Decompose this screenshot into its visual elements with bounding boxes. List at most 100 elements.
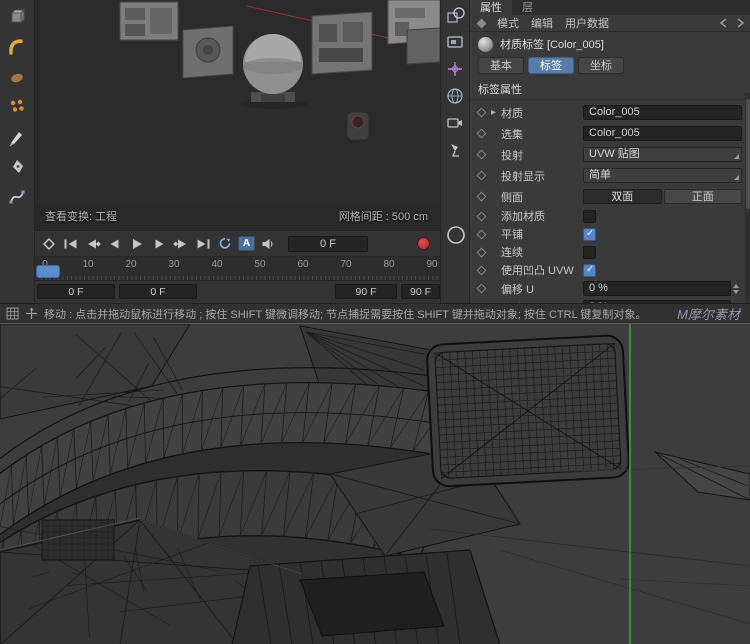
clay-tool-icon[interactable] bbox=[3, 63, 32, 90]
range-start-field2[interactable]: 0 F bbox=[119, 284, 197, 299]
keyframe-diamond-button[interactable] bbox=[39, 235, 59, 253]
tab-tag[interactable]: 标签 bbox=[528, 57, 574, 74]
next-frame-button[interactable] bbox=[149, 235, 169, 253]
ruler-tick-label: 40 bbox=[211, 259, 223, 270]
offset-u-spinner[interactable] bbox=[733, 281, 742, 296]
axis-tool-icon[interactable] bbox=[442, 57, 468, 81]
ruler-tick-label: 90 bbox=[426, 259, 438, 270]
projection-display-dropdown[interactable]: 简单 bbox=[583, 168, 742, 183]
range-end-field[interactable]: 90 F bbox=[335, 284, 397, 299]
autokey-record-button[interactable] bbox=[417, 237, 430, 250]
keyframe-diamond-icon[interactable] bbox=[476, 229, 487, 239]
primitives-icon[interactable] bbox=[442, 3, 468, 27]
a-toggle-button[interactable]: A bbox=[238, 236, 255, 251]
goto-start-button[interactable] bbox=[61, 235, 81, 253]
view-transform-label: 查看变换: 工程 bbox=[45, 211, 118, 223]
ruler-tick-label: 30 bbox=[168, 259, 180, 270]
keyframe-diamond-icon[interactable] bbox=[476, 149, 487, 160]
range-start-field[interactable]: 0 F bbox=[37, 284, 115, 299]
keyframe-diamond-icon[interactable] bbox=[476, 128, 487, 139]
history-forward-icon[interactable] bbox=[734, 17, 746, 29]
attr-row-projection: 投射 UVW 贴图 bbox=[470, 144, 750, 165]
expand-arrow-icon[interactable]: ▸ bbox=[491, 107, 501, 118]
menu-mode[interactable]: 模式 bbox=[497, 15, 519, 31]
tab-coordinates[interactable]: 坐标 bbox=[578, 57, 624, 74]
keyframe-diamond-icon[interactable] bbox=[476, 107, 487, 118]
status-help-text: 移动 : 点击并拖动鼠标进行移动 ; 按住 SHIFT 键微调移动; 节点捕捉需… bbox=[44, 308, 647, 321]
move-axis-icon[interactable] bbox=[25, 307, 38, 320]
attr-row-projection-display: 投射显示 简单 bbox=[470, 165, 750, 186]
next-key-button[interactable] bbox=[171, 235, 191, 253]
section-title: 标签属性 bbox=[470, 77, 750, 100]
selection-field[interactable]: Color_005 bbox=[583, 126, 742, 141]
keyframe-diamond-icon[interactable] bbox=[476, 170, 487, 181]
keyframe-diamond-icon[interactable] bbox=[476, 247, 487, 257]
offset-u-field[interactable]: 0 % bbox=[583, 281, 731, 296]
keyframe-diamond-icon[interactable] bbox=[476, 191, 487, 202]
keyframe-diamond-icon[interactable] bbox=[476, 265, 487, 275]
side-front-button[interactable]: 正面 bbox=[663, 189, 742, 204]
world-grid-icon[interactable] bbox=[442, 84, 468, 108]
grid-snap-icon[interactable] bbox=[6, 307, 19, 320]
brush-tool-icon[interactable] bbox=[3, 123, 32, 150]
prev-frame-button[interactable] bbox=[105, 235, 125, 253]
menu-edit[interactable]: 编辑 bbox=[531, 15, 553, 31]
tile-checkbox[interactable] bbox=[583, 227, 596, 241]
side-both-button[interactable]: 双面 bbox=[583, 189, 662, 204]
cinema4d-app: 查看变换: 工程 网格间距 : 500 cm 属性 层 模式 编辑 用户数据 材… bbox=[0, 0, 750, 644]
viewport-scene bbox=[35, 0, 440, 230]
playhead-marker[interactable] bbox=[36, 265, 60, 278]
attr-row-add-material: 添加材质 bbox=[470, 207, 750, 225]
menu-userdata[interactable]: 用户数据 bbox=[565, 15, 609, 31]
material-name-field[interactable]: Color_005 bbox=[583, 105, 742, 120]
use-bump-uvw-checkbox[interactable] bbox=[583, 263, 596, 277]
pen-tool-icon[interactable] bbox=[3, 153, 32, 180]
range-end-field2[interactable]: 90 F bbox=[401, 284, 440, 299]
play-button[interactable] bbox=[127, 235, 147, 253]
tab-attributes[interactable]: 属性 bbox=[470, 0, 512, 15]
history-back-icon[interactable] bbox=[718, 17, 730, 29]
timeline: A 0 F 0 10 20 30 40 50 60 70 80 90 0 F 0… bbox=[35, 230, 440, 303]
add-material-checkbox[interactable] bbox=[583, 209, 596, 223]
ruler-tick-label: 50 bbox=[254, 259, 266, 270]
attr-row-side: 侧面 双面 正面 bbox=[470, 186, 750, 207]
projection-dropdown[interactable]: UVW 贴图 bbox=[583, 147, 742, 162]
transport-bar: A 0 F bbox=[35, 231, 440, 257]
ruler-tick-label: 60 bbox=[297, 259, 309, 270]
audio-toggle-button[interactable] bbox=[258, 235, 278, 253]
spline-tool-icon[interactable] bbox=[3, 183, 32, 210]
wireframe-viewport[interactable] bbox=[0, 323, 750, 644]
frame-tick-marks bbox=[41, 276, 440, 280]
camera-icon[interactable] bbox=[442, 111, 468, 135]
prev-key-button[interactable] bbox=[83, 235, 103, 253]
ruler-tick-label: 20 bbox=[125, 259, 137, 270]
panel-scrollbar[interactable] bbox=[745, 93, 750, 303]
timeline-ruler[interactable]: 0 10 20 30 40 50 60 70 80 90 bbox=[35, 257, 440, 281]
loop-playback-button[interactable] bbox=[215, 235, 235, 253]
light-icon[interactable] bbox=[442, 138, 468, 162]
bend-deformer-icon[interactable] bbox=[3, 33, 32, 60]
keyframe-diamond-icon[interactable] bbox=[476, 283, 487, 294]
tab-layers[interactable]: 层 bbox=[512, 0, 543, 15]
particles-tool-icon[interactable] bbox=[3, 93, 32, 120]
display-settings-icon[interactable] bbox=[442, 30, 468, 54]
goto-end-button[interactable] bbox=[193, 235, 213, 253]
attr-row-seamless: 连续 bbox=[470, 243, 750, 261]
circle-tool-icon[interactable] bbox=[443, 223, 469, 247]
current-frame-field[interactable]: 0 F bbox=[288, 235, 368, 252]
attr-row-selection: 选集 Color_005 bbox=[470, 123, 750, 144]
tab-basic[interactable]: 基本 bbox=[478, 57, 524, 74]
attributes-panel: 属性 层 模式 编辑 用户数据 材质标签 [Color_005] 基本 标签 坐… bbox=[470, 0, 750, 303]
attr-row-use-bump-uvw: 使用凹凸 UVW bbox=[470, 261, 750, 279]
range-fields-row: 0 F 0 F 90 F 90 F bbox=[35, 281, 440, 303]
material-sphere-icon bbox=[478, 36, 493, 52]
move-tool-icon[interactable] bbox=[3, 3, 32, 30]
wireframe-scene bbox=[0, 324, 750, 644]
attr-row-tile: 平铺 bbox=[470, 225, 750, 243]
keyframe-diamond-icon[interactable] bbox=[476, 211, 487, 221]
viewport-3d[interactable]: 查看变换: 工程 网格间距 : 500 cm bbox=[35, 0, 440, 230]
seamless-checkbox[interactable] bbox=[583, 245, 596, 259]
ruler-tick-label: 70 bbox=[340, 259, 352, 270]
ruler-tick-label: 80 bbox=[383, 259, 395, 270]
attr-row-offset-u: 偏移 U 0 % bbox=[470, 279, 750, 298]
